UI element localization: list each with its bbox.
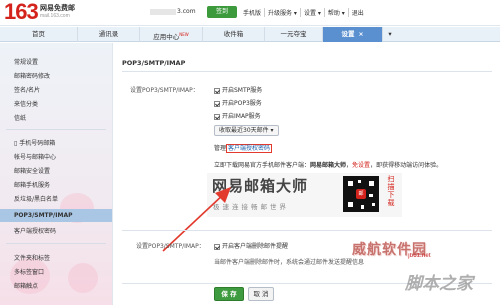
account-mask xyxy=(150,8,176,15)
qr-dot xyxy=(361,205,364,209)
checkbox-checked-icon xyxy=(214,100,220,107)
new-badge: NEW xyxy=(179,32,189,37)
mobile-link[interactable]: 手机版 xyxy=(240,8,264,17)
tab-settings-label: 设置 xyxy=(341,30,355,38)
imap-label: 开启IMAP服务 xyxy=(222,113,261,120)
section-divider xyxy=(122,71,492,72)
delete-reminder-checkbox[interactable]: 开启客户端删除邮件提醒 xyxy=(214,241,288,250)
logo-name: 网易免费邮 xyxy=(40,5,75,12)
desc-free-setup: 免设置 xyxy=(352,162,371,169)
sidebar-divider xyxy=(6,243,106,244)
tab-app-center-label: 应用中心 xyxy=(153,33,180,42)
smtp-label: 开启SMTP服务 xyxy=(222,87,263,94)
manage-prefix: 管理 xyxy=(214,145,227,152)
settings-main: POP3/SMTP/IMAP 设置POP3/SMTP/IMAP： 开启SMTP服… xyxy=(114,43,500,305)
pop3-label: 开启POP3服务 xyxy=(222,100,262,107)
tab-bar: 首页 通讯录 应用中心NEW 收件箱 一元夺宝 设置 × ▾ xyxy=(0,27,500,42)
sign-in-button[interactable]: 签到 xyxy=(207,6,237,18)
sidebar-item-antispam[interactable]: 反垃圾/黑白名单 xyxy=(14,194,58,203)
desc-suffix: ，即获得移动端访问体验。 xyxy=(370,162,443,169)
checkbox-checked-icon xyxy=(214,243,220,250)
scan-download-text: 扫描下载 xyxy=(387,175,395,207)
tab-contacts-label: 通讯录 xyxy=(98,30,119,38)
qr-dot xyxy=(358,180,361,183)
qr-code: 邮 xyxy=(343,176,379,212)
save-button[interactable]: 保 存 xyxy=(214,287,244,301)
sidebar-item-label: 手机号码邮箱 xyxy=(19,140,56,147)
sidebar-item-client-auth[interactable]: 客户端授权密码 xyxy=(14,226,56,235)
qr-corner xyxy=(346,200,355,209)
watermark-site: jb51.net xyxy=(408,253,431,259)
pop3-checkbox[interactable]: 开启POP3服务 xyxy=(214,98,262,107)
logo-domain: mail.163.com xyxy=(40,13,70,19)
sidebar-item-multi-tab[interactable]: 多标签窗口 xyxy=(14,267,44,276)
sidebar-item-pop3[interactable]: POP3/SMTP/IMAP xyxy=(0,209,112,222)
account-name[interactable]: 3.com xyxy=(150,8,196,15)
service-label: 设置POP3/SMTP/IMAP： xyxy=(130,87,199,94)
sidebar-item-phone-mail[interactable]: ▯ 手机号码邮箱 xyxy=(14,138,55,147)
watermark-jiaobenzhijia: 脚本之家 xyxy=(405,274,473,294)
tab-yiyuan[interactable]: 一元夺宝 xyxy=(265,27,323,42)
qr-badge: 邮 xyxy=(356,189,366,199)
tab-list-chevron-icon[interactable]: ▾ xyxy=(383,27,397,42)
top-links: 手机版 升级服务 ▾ 设置 ▾ 帮助 ▾ 退出 xyxy=(240,8,367,17)
logo-163[interactable]: 163 xyxy=(4,1,39,23)
desc-prefix: 立即下载网易官方手机邮件客户端： xyxy=(214,162,311,169)
qr-dot xyxy=(369,194,373,197)
sidebar-item-security[interactable]: 邮箱安全设置 xyxy=(14,166,50,175)
top-header: 163 网易免费邮 mail.163.com 3.com 签到 手机版 升级服务… xyxy=(0,0,500,26)
sidebar-item-mobile-service[interactable]: 邮箱手机服务 xyxy=(14,180,50,189)
client-auth-link[interactable]: 客户端授权密码 xyxy=(226,144,273,153)
upgrade-menu[interactable]: 升级服务 ▾ xyxy=(264,8,300,17)
checkbox-checked-icon xyxy=(214,113,220,120)
qr-dot xyxy=(372,203,375,206)
tab-yiyuan-label: 一元夺宝 xyxy=(280,30,307,38)
tab-inbox-label: 收件箱 xyxy=(223,30,244,38)
desc-app-name[interactable]: 网易邮箱大师 xyxy=(310,162,346,169)
tab-app-center[interactable]: 应用中心NEW xyxy=(140,27,203,42)
sidebar-item-stationery[interactable]: 信纸 xyxy=(14,113,26,122)
sidebar-item-account-center[interactable]: 帐号与邮箱中心 xyxy=(14,152,56,161)
sidebar-item-password[interactable]: 邮箱密码修改 xyxy=(14,71,50,80)
download-description: 立即下载网易官方手机邮件客户端：网易邮箱大师，免设置，即获得移动端访问体验。 xyxy=(214,160,442,169)
delete-reminder-note: 当邮件客户端删除邮件时，系统会通过邮件发送提醒信息 xyxy=(214,259,365,266)
sidebar-item-general[interactable]: 常规设置 xyxy=(14,57,38,66)
section-title: POP3/SMTP/IMAP xyxy=(122,59,186,67)
account-suffix: 3.com xyxy=(177,8,196,15)
sidebar-item-touchpoint[interactable]: 邮箱触点 xyxy=(14,281,38,290)
checkbox-checked-icon xyxy=(214,87,220,94)
tab-contacts[interactable]: 通讯录 xyxy=(78,27,140,42)
tab-home-label: 首页 xyxy=(32,30,45,38)
sidebar-item-filter[interactable]: 来信分类 xyxy=(14,99,38,108)
tab-settings[interactable]: 设置 × xyxy=(323,27,383,42)
receive-range-select[interactable]: 收取最近30天邮件 ▾ xyxy=(214,125,279,136)
cancel-button[interactable]: 取 消 xyxy=(248,287,274,301)
settings-sidebar: 常规设置 邮箱密码修改 签名/名片 来信分类 信纸 ▯ 手机号码邮箱 帐号与邮箱… xyxy=(0,43,113,305)
tab-home[interactable]: 首页 xyxy=(0,27,78,42)
sidebar-item-signature[interactable]: 签名/名片 xyxy=(14,85,40,94)
sign-in-label: 签到 xyxy=(215,8,228,15)
logout-link[interactable]: 退出 xyxy=(347,8,367,17)
close-icon[interactable]: × xyxy=(358,31,363,38)
sidebar-item-folders[interactable]: 文件夹和标签 xyxy=(14,253,50,262)
qr-corner xyxy=(367,179,376,188)
help-menu[interactable]: 帮助 ▾ xyxy=(323,8,348,17)
imap-checkbox[interactable]: 开启IMAP服务 xyxy=(214,111,261,120)
tab-inbox[interactable]: 收件箱 xyxy=(203,27,265,42)
service-label-2: 设置POP3/SMTP/IMAP： xyxy=(136,243,205,250)
manage-client-auth: 管理 客户端授权密码 xyxy=(214,143,273,153)
blossom-decoration xyxy=(68,263,98,293)
delete-reminder-label: 开启客户端删除邮件提醒 xyxy=(222,243,289,250)
qr-corner xyxy=(346,179,355,188)
section-divider xyxy=(122,230,492,231)
sidebar-divider xyxy=(6,129,106,130)
smtp-checkbox[interactable]: 开启SMTP服务 xyxy=(214,85,262,94)
settings-menu[interactable]: 设置 ▾ xyxy=(299,8,324,17)
